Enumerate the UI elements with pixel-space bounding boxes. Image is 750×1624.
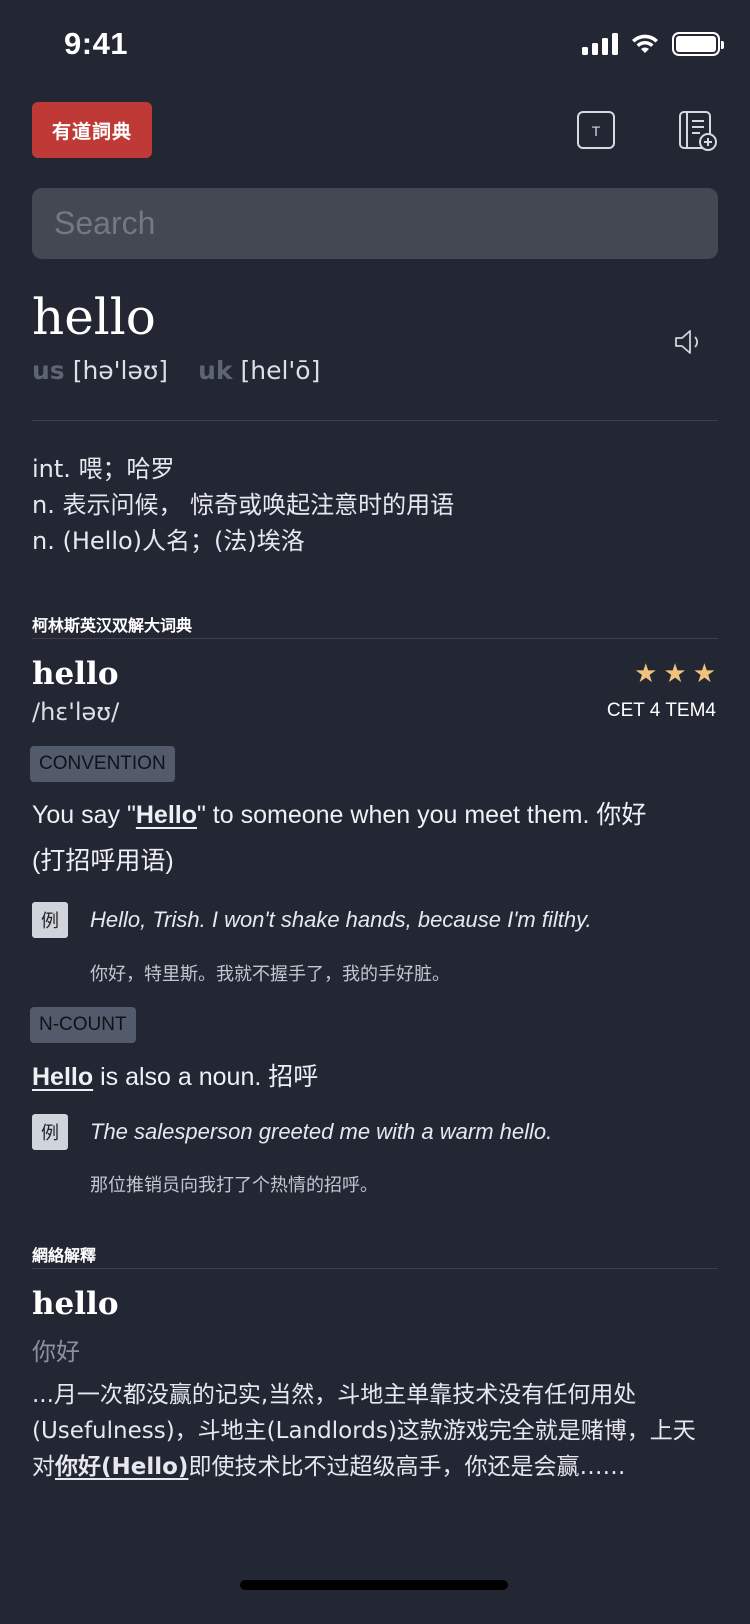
font-size-label: T [592, 123, 601, 139]
star-icon: ★ [634, 658, 658, 688]
font-size-button[interactable]: T [576, 110, 616, 150]
uk-label: uk [198, 356, 233, 385]
definition-text: is also a noun. 招呼 [93, 1063, 319, 1091]
phonetics-row: us [hə'ləʊ] uk [hel'ō] [32, 356, 718, 385]
status-time: 9:41 [64, 26, 129, 61]
web-snippet: ...月一次都没赢的记实,当然，斗地主单靠技术没有任何用处(Usefulness… [32, 1377, 718, 1485]
speaker-icon[interactable] [672, 326, 704, 358]
example-chinese: 那位推销员向我打了个热情的招呼。 [90, 1175, 378, 1196]
web-word: hello [32, 1286, 119, 1322]
collins-word: hello [32, 656, 119, 692]
definition-line: n. 表示问候， 惊奇或唤起注意时的用语 [32, 491, 455, 519]
sense-definition: Hello is also a noun. 招呼 [32, 1054, 718, 1100]
example-english[interactable]: The salesperson greeted me with a warm h… [90, 1119, 718, 1145]
status-bar: 9:41 [0, 0, 750, 92]
collins-section-title: 柯林斯英汉双解大词典 [32, 616, 193, 635]
us-phonetic: [hə'ləʊ] [72, 356, 169, 385]
example-chinese: 你好，特里斯。我就不握手了，我的手好脏。 [90, 964, 450, 985]
headword-link[interactable]: Hello [32, 1063, 93, 1091]
divider [32, 638, 718, 639]
pos-tag: CONVENTION [30, 746, 175, 782]
search-bar[interactable] [32, 188, 718, 259]
web-explanation: hello 你好 ...月一次都没赢的记实,当然，斗地主单靠技术没有任何用处(U… [32, 1286, 718, 1485]
header: 有道詞典 T [32, 102, 718, 158]
snippet-highlight[interactable]: 你好(Hello) [55, 1454, 188, 1480]
web-translation: 你好 [32, 1338, 80, 1366]
word-header: hello us [hə'ləʊ] uk [hel'ō] [32, 292, 718, 422]
home-indicator[interactable] [240, 1580, 508, 1590]
definition-text: (打招呼用语) [32, 847, 174, 875]
star-icon: ★ [663, 658, 687, 688]
headword-link[interactable]: Hello [136, 801, 197, 829]
word-title: hello [32, 288, 156, 346]
example-badge: 例 [32, 902, 68, 938]
wifi-icon [632, 34, 658, 53]
cellular-signal-icon [582, 33, 618, 55]
status-icons [582, 32, 724, 56]
font-size-icon: T [577, 111, 615, 149]
add-to-wordbook-button[interactable] [676, 110, 717, 151]
battery-icon [672, 32, 724, 56]
star-icon: ★ [692, 658, 716, 688]
definition-text: " to someone when you meet them. 你好 [196, 801, 647, 829]
collins-entry-header: hello /hɛ'ləʊ/ ★ ★ ★ CET 4 TEM4 [32, 656, 718, 726]
frequency-stars: ★ ★ ★ [634, 660, 716, 686]
uk-phonetic: [hel'ō] [240, 356, 321, 385]
us-label: us [32, 356, 65, 385]
sense-definition: You say "Hello" to someone when you meet… [32, 792, 718, 884]
pos-tag: N-COUNT [30, 1007, 136, 1043]
basic-definitions: int. 喂；哈罗 n. 表示问候， 惊奇或唤起注意时的用语 n. (Hello… [32, 451, 718, 559]
example-badge: 例 [32, 1114, 68, 1150]
divider [32, 1268, 718, 1269]
example-english[interactable]: Hello, Trish. I won't shake hands, becau… [90, 907, 718, 933]
snippet-text: 即使技术比不过超级高手，你还是会赢…… [188, 1454, 626, 1480]
divider [32, 420, 718, 421]
youdao-logo: 有道詞典 [32, 102, 152, 158]
uk-pronunciation[interactable]: uk [hel'ō] [198, 356, 320, 385]
definition-line: n. (Hello)人名；(法)埃洛 [32, 527, 305, 555]
us-pronunciation[interactable]: us [hə'ləʊ] [32, 356, 168, 385]
wordbook-add-icon [679, 111, 717, 151]
definition-text: You say " [32, 801, 136, 829]
definition-line: int. 喂；哈罗 [32, 455, 175, 483]
exam-tags: CET 4 TEM4 [606, 700, 716, 721]
search-input[interactable] [54, 205, 696, 242]
web-section-title: 網絡解釋 [32, 1246, 97, 1265]
